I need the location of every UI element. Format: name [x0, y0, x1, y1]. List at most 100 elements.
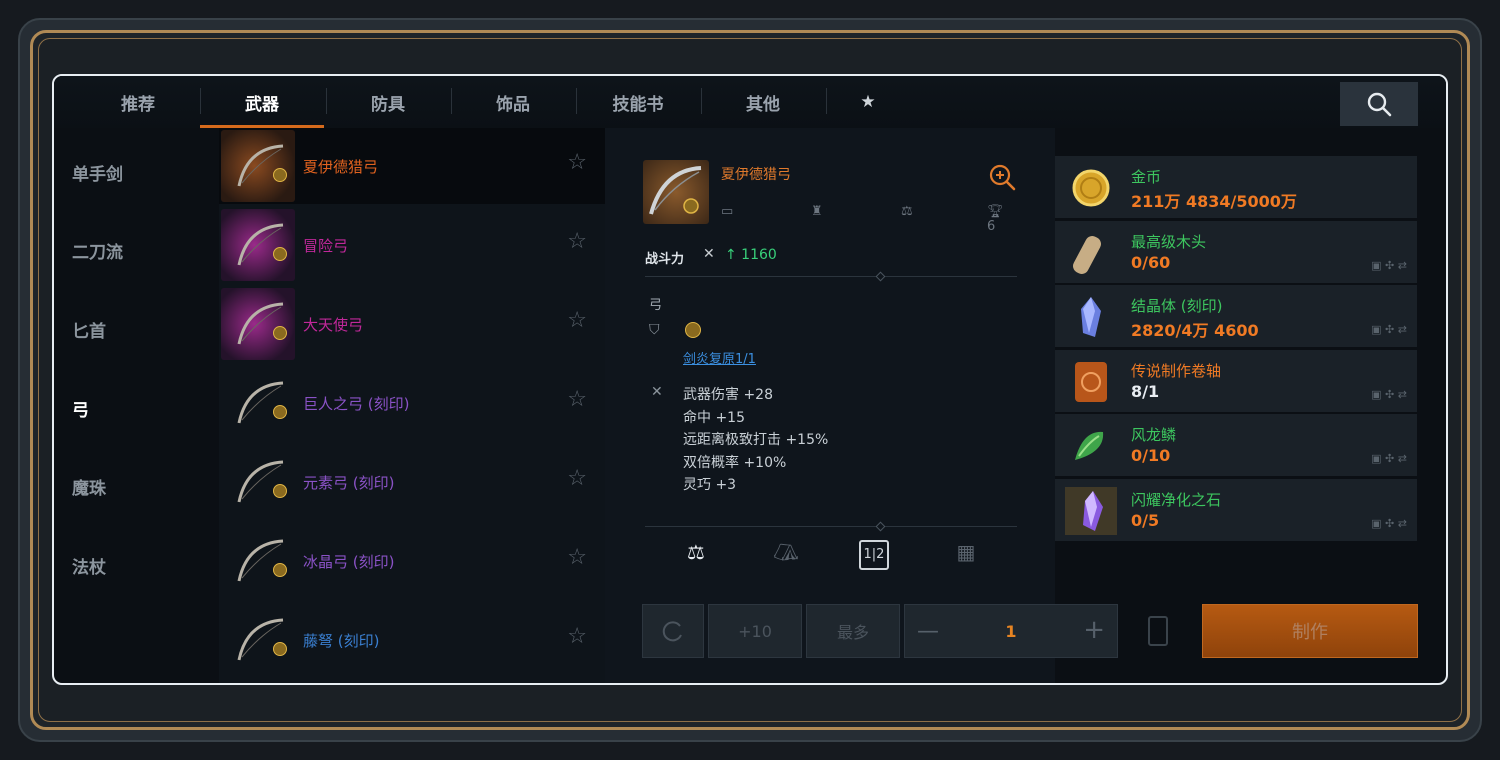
material-row[interactable]: 最高级木头 0/60 ▣ ✣ ⇄: [1055, 220, 1417, 283]
tab-accessory[interactable]: 饰品: [451, 76, 575, 128]
grid-icon[interactable]: ▦: [951, 540, 981, 570]
crafting-panel: 推荐 武器 防具 饰品 技能书 其他 ★ 单手剑 二刀流 匕首 弓 魔珠 法杖 …: [52, 74, 1448, 685]
item-name: 夏伊德猎弓: [303, 158, 379, 176]
source-icons: ▣ ✣ ⇄: [1371, 452, 1407, 465]
compare-icon[interactable]: 1|2: [859, 540, 889, 570]
item-row[interactable]: 冒险弓 ☆: [219, 207, 605, 283]
bow-icon: [237, 223, 284, 266]
plus-button[interactable]: +: [1083, 615, 1105, 645]
item-name: 大天使弓: [303, 316, 364, 334]
wood-log-icon: [1065, 229, 1117, 277]
category-dual-blades[interactable]: 二刀流: [72, 238, 123, 263]
favorite-star-icon[interactable]: ☆: [567, 466, 587, 491]
item-row[interactable]: 冰晶弓 (刻印) ☆: [219, 523, 605, 599]
material-row[interactable]: 风龙鳞 0/10 ▣ ✣ ⇄: [1055, 414, 1417, 476]
search-icon: [1367, 92, 1392, 117]
favorite-star-icon[interactable]: ☆: [567, 624, 587, 649]
tent-icon[interactable]: ⛺︎: [771, 540, 801, 570]
stat-list: 武器伤害 +28 命中 +15 远距离极致打击 +15% 双倍概率 +10% 灵…: [683, 384, 828, 497]
favorite-star-icon[interactable]: ☆: [567, 308, 587, 333]
item-row[interactable]: 大天使弓 ☆: [219, 286, 605, 362]
source-icons: ▣ ✣ ⇄: [1371, 516, 1407, 530]
bag-icon: ♜: [811, 204, 823, 219]
balance-icon[interactable]: ⚖: [681, 540, 711, 570]
engrave-badge-icon: [273, 405, 287, 419]
category-orb[interactable]: 魔珠: [72, 474, 106, 499]
engrave-badge-icon: [273, 168, 287, 182]
engrave-badge-icon: [685, 322, 701, 338]
bow-icon: [237, 302, 284, 345]
item-name: 冒险弓: [303, 237, 349, 255]
material-name: 风龙鳞: [1131, 426, 1177, 444]
chest-icon: ▭: [721, 204, 734, 219]
item-thumbnail: [221, 525, 295, 597]
detail-item-name: 夏伊德猎弓: [721, 167, 791, 183]
engrave-link[interactable]: 剑炎复原1/1: [683, 348, 756, 367]
craft-button[interactable]: 制作: [1202, 604, 1418, 658]
stat-line: 远距离极致打击 +15%: [683, 432, 829, 448]
material-row[interactable]: 闪耀净化之石 0/5 ▣ ✣ ⇄: [1055, 478, 1417, 541]
material-row[interactable]: 金币 211万 4834/5000万: [1055, 156, 1417, 218]
stat-line: 灵巧 +3: [683, 477, 737, 493]
stat-line: 双倍概率 +10%: [683, 454, 787, 471]
category-staff[interactable]: 法杖: [72, 553, 106, 578]
star-icon: ★: [860, 92, 876, 112]
engrave-badge-icon: [273, 563, 287, 577]
item-thumbnail: [221, 288, 295, 360]
tab-skillbook[interactable]: 技能书: [576, 76, 700, 128]
trophy-icon: 🏆︎6: [987, 204, 1004, 234]
minus-button[interactable]: —: [917, 619, 939, 644]
item-row[interactable]: 夏伊德猎弓 ☆: [219, 128, 605, 204]
material-count: 211万 4834/5000万: [1131, 192, 1297, 211]
favorite-star-icon[interactable]: ☆: [567, 150, 587, 175]
material-count: 0/60: [1131, 252, 1171, 272]
reset-button[interactable]: [642, 604, 704, 658]
tab-armor[interactable]: 防具: [326, 76, 450, 128]
crossed-swords-icon: ✕: [703, 246, 715, 262]
item-row[interactable]: 藤弩 (刻印) ☆: [219, 602, 605, 678]
refresh-icon: [662, 621, 682, 642]
item-thumbnail: [221, 604, 295, 676]
favorite-star-icon[interactable]: ☆: [567, 545, 587, 570]
item-thumbnail: [221, 367, 295, 439]
crystal-icon: [1065, 293, 1117, 341]
material-name: 最高级木头: [1131, 232, 1207, 251]
zoom-button[interactable]: [987, 162, 1017, 196]
bow-icon: [237, 618, 284, 661]
engrave-badge-icon: [273, 484, 287, 498]
material-count: 0/10: [1131, 446, 1171, 465]
material-name: 结晶体 (刻印): [1131, 297, 1223, 315]
favorite-star-icon[interactable]: ☆: [567, 229, 587, 254]
item-thumbnail: [221, 130, 295, 202]
favorite-star-icon[interactable]: ☆: [567, 387, 587, 412]
item-row[interactable]: 元素弓 (刻印) ☆: [219, 444, 605, 520]
category-list: 单手剑 二刀流 匕首 弓 魔珠 法杖: [54, 128, 219, 683]
balance-icon: ⚖: [901, 204, 913, 219]
category-one-hand-sword[interactable]: 单手剑: [72, 160, 123, 185]
item-row[interactable]: 巨人之弓 (刻印) ☆: [219, 365, 605, 441]
category-bow[interactable]: 弓: [72, 396, 89, 421]
plus-ten-button[interactable]: +10: [708, 604, 802, 658]
detail-item-icon: [643, 160, 709, 224]
bow-icon: [237, 539, 284, 582]
item-name: 巨人之弓 (刻印): [303, 395, 410, 413]
stat-line: 武器伤害 +28: [683, 387, 773, 403]
source-icons: ▣ ✣ ⇄: [1371, 387, 1407, 401]
material-row[interactable]: 结晶体 (刻印) 2820/4万 4600 ▣ ✣ ⇄: [1055, 285, 1417, 347]
stat-line: 命中 +15: [683, 409, 745, 426]
material-count: 0/5: [1131, 510, 1160, 530]
item-thumbnail: [221, 446, 295, 518]
item-list: 夏伊德猎弓 ☆ 冒险弓 ☆ 大天使弓 ☆ 巨人之弓 (刻印) ☆ 元素弓 (刻印) ☆ 冰晶弓 (刻…: [219, 128, 605, 683]
material-row[interactable]: 传说制作卷轴 8/1 ▣ ✣ ⇄: [1055, 349, 1417, 412]
tab-bar: 推荐 武器 防具 饰品 技能书 其他 ★: [54, 76, 1446, 128]
item-name: 藤弩 (刻印): [303, 632, 380, 650]
tab-favorites[interactable]: ★: [806, 76, 930, 128]
calculator-icon[interactable]: [1148, 616, 1168, 646]
quantity-value[interactable]: 1: [1005, 622, 1016, 641]
item-type: 弓: [649, 298, 663, 313]
search-button[interactable]: [1340, 82, 1418, 126]
category-dagger[interactable]: 匕首: [72, 317, 106, 342]
max-button[interactable]: 最多: [806, 604, 900, 658]
tab-recommend[interactable]: 推荐: [76, 76, 200, 128]
tab-weapon[interactable]: 武器: [200, 76, 324, 128]
